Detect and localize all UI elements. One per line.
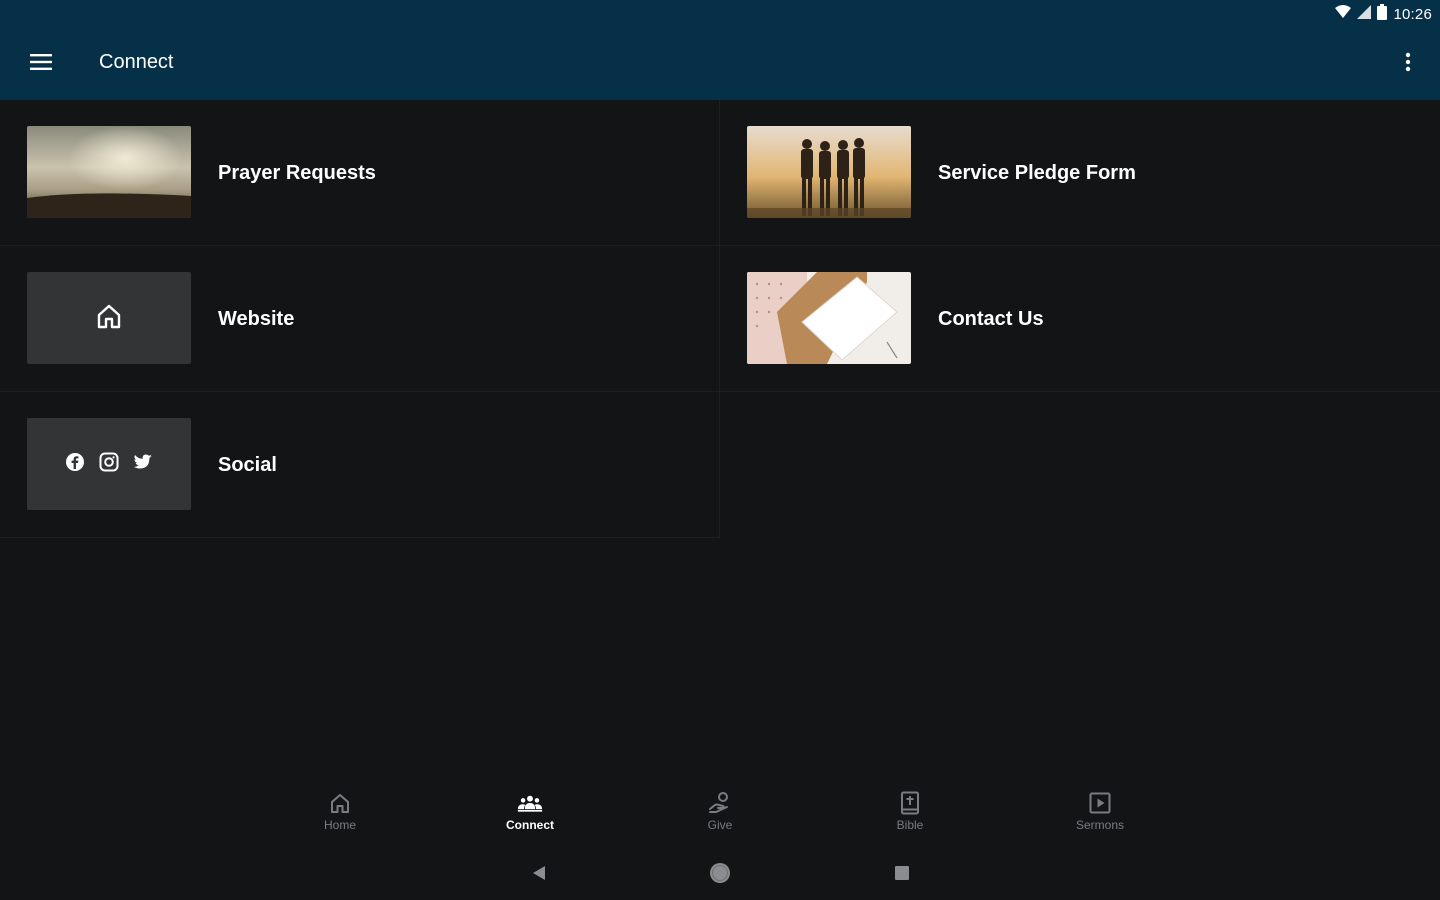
hamburger-icon [30,53,52,75]
give-icon [707,790,733,816]
status-icons: 10:26 [1335,3,1432,25]
card-prayer-requests[interactable]: Prayer Requests [0,100,720,246]
card-contact-us[interactable]: Contact Us [720,246,1440,392]
page-title: Connect [99,51,174,73]
battery-icon [1377,3,1388,25]
nav-home[interactable]: Home [245,790,435,846]
card-label: Prayer Requests [218,162,376,184]
back-triangle-icon [532,865,546,886]
nav-label: Sermons [1075,818,1125,832]
people-icon [517,790,543,816]
card-label: Social [218,454,277,476]
system-home-button[interactable] [708,862,732,889]
system-recents-button[interactable] [890,863,914,887]
nav-sermons[interactable]: Sermons [1005,790,1195,846]
nav-label: Home [323,818,356,832]
card-social[interactable]: Social [0,392,720,538]
wifi-icon [1335,4,1352,24]
prayer-requests-thumbnail [27,126,191,218]
nav-give[interactable]: Give [625,790,815,846]
social-thumbnail [27,418,191,510]
app-bar: Connect [0,28,1440,100]
recents-square-icon [895,865,909,885]
menu-button[interactable] [22,45,60,83]
card-label: Contact Us [938,308,1044,330]
website-thumbnail [27,272,191,364]
signal-icon [1357,4,1372,24]
home-circle-icon [709,862,731,889]
overflow-menu-button[interactable] [1394,45,1422,83]
contact-us-thumbnail [747,272,911,364]
service-pledge-form-thumbnail [747,126,911,218]
divider [720,391,1440,392]
nav-label: Connect [506,818,554,832]
home-icon [327,790,353,816]
more-vert-icon [1405,52,1411,77]
facebook-icon [65,452,85,477]
home-icon [95,302,123,335]
twitter-icon [133,453,153,476]
system-navigation-bar [0,855,1440,895]
status-bar: 10:26 [0,0,1440,28]
bible-icon [897,790,923,816]
divider [0,537,719,538]
play-icon [1087,790,1113,816]
card-website[interactable]: Website [0,246,720,392]
nav-label: Bible [896,818,924,832]
instagram-icon [99,452,119,477]
bottom-navigation: Home Connect Give Bible Sermons [245,790,1195,846]
nav-connect[interactable]: Connect [435,790,625,846]
card-label: Website [218,308,295,330]
nav-label: Give [707,818,733,832]
card-service-pledge-form[interactable]: Service Pledge Form [720,100,1440,246]
system-back-button[interactable] [527,863,551,887]
status-time: 10:26 [1393,5,1432,23]
card-label: Service Pledge Form [938,162,1136,184]
nav-bible[interactable]: Bible [815,790,1005,846]
